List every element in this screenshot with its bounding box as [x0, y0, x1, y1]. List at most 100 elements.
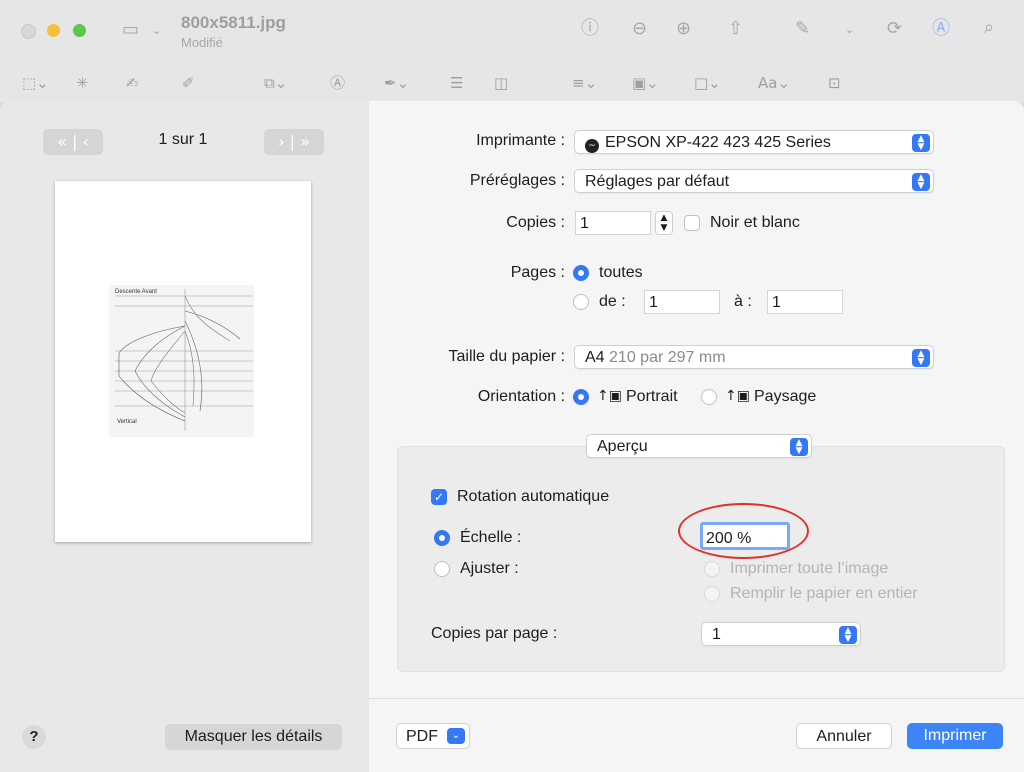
chevron-down-icon[interactable]: ⌄: [152, 25, 161, 36]
pages-from-field[interactable]: 1: [644, 290, 720, 314]
markup-toolbar: ⬚⌄ ✳ ✍ ✐ ⧉⌄ Ⓐ ✒⌄ ☰ ◫ ≡⌄ ▣⌄ □⌄ Aa⌄ ⊡: [0, 62, 1024, 102]
pages-all-label: toutes: [599, 264, 643, 281]
pages-all-radio[interactable]: [573, 265, 589, 281]
border-color-icon[interactable]: ▣⌄: [632, 76, 659, 91]
instant-alpha-icon[interactable]: ✳: [76, 76, 89, 91]
portrait-label: Portrait: [626, 388, 678, 405]
document-status: Modifié: [181, 35, 223, 50]
auto-rotate-label: Rotation automatique: [457, 488, 610, 505]
copies-stepper[interactable]: ▲ ▼: [655, 211, 673, 235]
help-button[interactable]: ?: [22, 725, 46, 749]
printer-label: Imprimante :: [476, 132, 565, 149]
highlight-circle: [678, 503, 809, 559]
fill-color-icon[interactable]: □⌄: [694, 76, 721, 91]
auto-rotate-checkbox[interactable]: ✓: [431, 489, 447, 505]
preview-pane: « | ‹ 1 sur 1 › | » Descente Avant Verti…: [0, 101, 369, 772]
copies-per-page-value: 1: [712, 626, 721, 643]
rectangular-selection-icon[interactable]: ⬚⌄: [22, 76, 49, 91]
chevron-down-icon[interactable]: ⌄: [845, 24, 854, 35]
chevron-updown-icon: ▲ ▼: [839, 626, 857, 644]
print-button[interactable]: Imprimer: [907, 723, 1003, 749]
text-box-icon[interactable]: Ⓐ: [330, 76, 345, 91]
adjust-size-icon[interactable]: ◫: [494, 76, 508, 91]
previous-page-button[interactable]: « | ‹: [43, 129, 103, 155]
search-icon[interactable]: ⌕: [984, 19, 994, 37]
text-style-icon[interactable]: Aa⌄: [758, 76, 790, 91]
landscape-icon: ↑▣: [725, 388, 750, 404]
pages-from-label: de :: [599, 293, 626, 310]
pages-range-radio[interactable]: [573, 294, 589, 310]
next-page-icon: ›: [278, 132, 285, 151]
pages-label: Pages :: [510, 264, 565, 281]
print-whole-image-label: Imprimer toute l’image: [730, 560, 889, 577]
paper-size-name: A4: [585, 349, 605, 366]
fill-paper-radio[interactable]: [704, 586, 720, 602]
landscape-radio[interactable]: [701, 389, 717, 405]
black-white-label: Noir et blanc: [710, 214, 800, 231]
chevron-updown-icon: ▲ ▼: [790, 438, 808, 456]
sign-icon[interactable]: ✒⌄: [384, 76, 409, 91]
printer-popup[interactable]: ~ EPSON XP-422 423 425 Series ▲ ▼: [574, 130, 934, 154]
draw-icon[interactable]: ✐: [182, 76, 195, 91]
paper-size-dims: 210 par 297 mm: [609, 349, 726, 366]
thumb-title: Descente Avant: [115, 289, 157, 295]
hide-details-button[interactable]: Masquer les détails: [165, 724, 342, 750]
landscape-label: Paysage: [754, 388, 817, 405]
portrait-radio[interactable]: [573, 389, 589, 405]
black-white-checkbox[interactable]: [684, 215, 700, 231]
title-bar: ▭ ⌄ 800x5811.jpg Modifié ⓘ ⊖ ⊕ ⇧ ✎ ⌄ ⟳ Ⓐ…: [0, 0, 1024, 62]
section-popup-value: Aperçu: [597, 438, 648, 455]
footer-divider: [369, 698, 1024, 699]
chevron-down-icon: ⌄: [447, 728, 465, 744]
scale-label: Échelle :: [460, 529, 522, 546]
rotate-icon[interactable]: ⟳: [887, 20, 902, 38]
paper-size-popup[interactable]: A4 210 par 297 mm ▲ ▼: [574, 345, 934, 369]
info-icon[interactable]: ⓘ: [581, 20, 599, 38]
annotation-icon[interactable]: ⊡: [828, 76, 841, 91]
pdf-menu-button[interactable]: PDF ⌄: [396, 723, 470, 749]
close-window-button[interactable]: [21, 24, 36, 39]
scale-radio[interactable]: [434, 530, 450, 546]
presets-popup[interactable]: Réglages par défaut ▲ ▼: [574, 169, 934, 193]
fit-label: Ajuster :: [460, 560, 519, 577]
print-whole-image-radio[interactable]: [704, 561, 720, 577]
zoom-in-icon[interactable]: ⊕: [676, 20, 691, 38]
sketch-icon[interactable]: ✍: [126, 76, 139, 91]
next-page-button[interactable]: › | »: [264, 129, 324, 155]
sidebar-toggle-icon[interactable]: ▭: [122, 21, 139, 39]
fit-radio[interactable]: [434, 561, 450, 577]
chevron-updown-icon: ▲ ▼: [912, 173, 930, 191]
section-popup[interactable]: Aperçu ▲ ▼: [586, 434, 812, 458]
paper-size-label: Taille du papier :: [448, 348, 565, 365]
shapes-icon[interactable]: ⧉⌄: [264, 76, 287, 91]
share-icon[interactable]: ⇧: [728, 20, 743, 38]
shape-style-icon[interactable]: ≡⌄: [572, 76, 597, 91]
markup-pen-icon[interactable]: ✎: [795, 20, 810, 38]
adjust-color-icon[interactable]: ☰: [450, 76, 463, 91]
zoom-window-button[interactable]: [73, 24, 86, 37]
chevron-updown-icon: ▲ ▼: [912, 349, 930, 367]
first-page-icon: «: [57, 132, 67, 151]
portrait-icon: ↑▣: [597, 388, 622, 404]
copies-label: Copies :: [506, 214, 565, 231]
page-indicator: 1 sur 1: [158, 131, 208, 148]
pdf-label: PDF: [406, 728, 438, 745]
last-page-icon: »: [300, 132, 310, 151]
presets-label: Préréglages :: [469, 172, 565, 189]
document-title: 800x5811.jpg: [181, 13, 286, 32]
orientation-label: Orientation :: [477, 388, 565, 405]
fill-paper-label: Remplir le papier en entier: [730, 585, 918, 602]
presets-value: Réglages par défaut: [585, 173, 730, 190]
print-sheet: « | ‹ 1 sur 1 › | » Descente Avant Verti…: [0, 101, 1024, 772]
copies-per-page-label: Copies par page :: [431, 625, 558, 642]
zoom-out-icon[interactable]: ⊖: [632, 20, 647, 38]
printer-value: EPSON XP-422 423 425 Series: [605, 134, 831, 151]
annotate-icon[interactable]: Ⓐ: [932, 20, 950, 38]
copies-field[interactable]: 1: [575, 211, 651, 235]
cancel-button[interactable]: Annuler: [796, 723, 892, 749]
settings-pane: Imprimante : ~ EPSON XP-422 423 425 Serie…: [369, 101, 1024, 772]
chevron-updown-icon: ▲ ▼: [912, 134, 930, 152]
minimize-window-button[interactable]: [47, 24, 60, 37]
pages-to-field[interactable]: 1: [767, 290, 843, 314]
copies-per-page-popup[interactable]: 1 ▲ ▼: [701, 622, 861, 646]
